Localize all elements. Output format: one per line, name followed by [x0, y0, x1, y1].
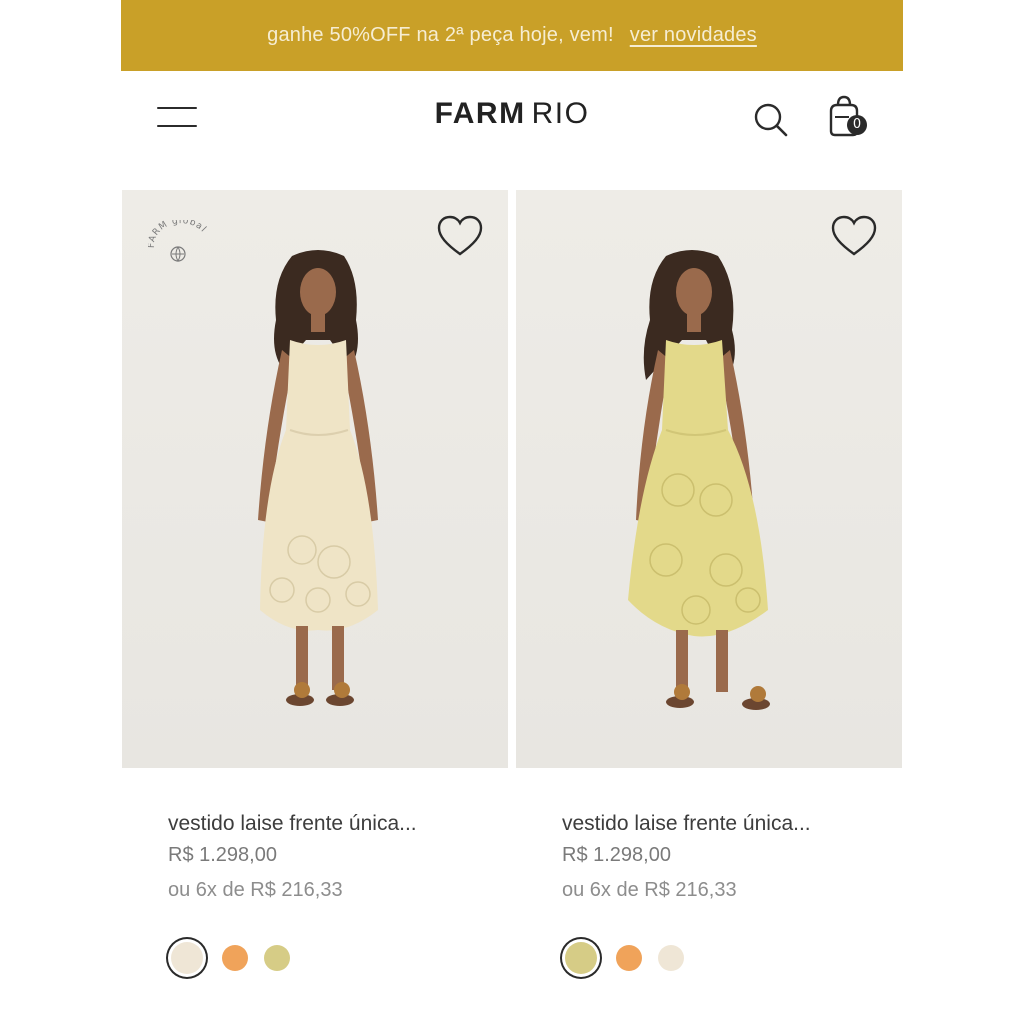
- cart-count-badge: 0: [847, 115, 867, 135]
- site-header: FARM RIO 0: [121, 71, 903, 165]
- product-image[interactable]: [516, 190, 902, 768]
- product-image[interactable]: FARM global: [122, 190, 508, 768]
- model-figure: [628, 250, 770, 710]
- color-swatch[interactable]: [264, 945, 290, 971]
- color-swatch[interactable]: [222, 945, 248, 971]
- color-swatch[interactable]: [616, 945, 642, 971]
- search-icon[interactable]: [751, 99, 791, 139]
- model-figure: [258, 250, 378, 706]
- brand-logo-farm: FARM: [434, 97, 526, 130]
- dress: [628, 340, 768, 637]
- color-swatches: [168, 942, 306, 974]
- product-card[interactable]: vestido laise frente única... R$ 1.298,0…: [516, 190, 902, 974]
- product-installments: ou 6x de R$ 216,33: [562, 879, 737, 901]
- shopping-bag-icon[interactable]: 0: [821, 91, 873, 143]
- product-card[interactable]: FARM global: [122, 190, 508, 974]
- product-price: R$ 1.298,00: [562, 844, 671, 866]
- promo-banner: ganhe 50%OFF na 2ª peça hoje, vem! ver n…: [121, 0, 903, 71]
- product-name[interactable]: vestido laise frente única...: [168, 812, 417, 836]
- product-installments: ou 6x de R$ 216,33: [168, 879, 343, 901]
- color-swatches: [562, 942, 700, 974]
- brand-logo-rio: RIO: [531, 97, 590, 130]
- color-swatch[interactable]: [658, 945, 684, 971]
- color-swatch[interactable]: [171, 942, 203, 974]
- promo-text: ganhe 50%OFF na 2ª peça hoje, vem!: [267, 24, 614, 46]
- color-swatch[interactable]: [565, 942, 597, 974]
- product-price: R$ 1.298,00: [168, 844, 277, 866]
- product-name[interactable]: vestido laise frente única...: [562, 812, 811, 836]
- promo-link[interactable]: ver novidades: [630, 24, 757, 47]
